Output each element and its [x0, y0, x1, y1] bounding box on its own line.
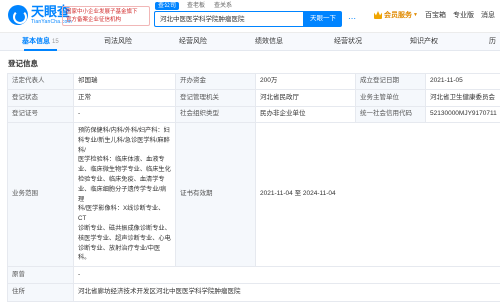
- scope-line: 诊断专业、磁共振成像诊断专业、: [78, 224, 171, 234]
- scope-line: 核医学专业、超声诊断专业、心电: [78, 234, 171, 244]
- search-tab-boss[interactable]: 查老板: [186, 2, 206, 10]
- tab-label: 司法风险: [104, 38, 132, 45]
- tab-performance[interactable]: 绩效信息: [255, 33, 283, 51]
- search-type-tabs: 查公司 查老板 查关系: [155, 2, 233, 10]
- scope-line: 业、临床微生物学专业、临床生化: [78, 165, 171, 175]
- tab-label: 绩效信息: [255, 38, 283, 45]
- tab-basic-info[interactable]: 基本信息15: [22, 33, 59, 51]
- status-label: 登记状态: [8, 90, 74, 107]
- tab-label: 经营风险: [179, 38, 207, 45]
- address-label: 住所: [8, 284, 74, 302]
- section-title: 登记信息: [8, 58, 38, 69]
- status-value: 正常: [74, 90, 176, 107]
- org-type-label: 社会组织类型: [176, 107, 256, 123]
- est-date-label: 成立登记日期: [356, 74, 426, 90]
- credit-code-label: 统一社会信用代码: [356, 107, 426, 123]
- table-row: 登记证号 - 社会组织类型 民办非企业单位 统一社会信用代码 52130000M…: [8, 107, 500, 123]
- nav-link-messages[interactable]: 消息: [481, 10, 495, 20]
- tab-business-status[interactable]: 经营状况: [334, 33, 362, 51]
- vip-label: 会员服务: [384, 10, 412, 20]
- tab-history[interactable]: 历: [489, 33, 496, 51]
- tab-label: 知识产权: [410, 38, 438, 45]
- scope-line: 检验专业、临床免疫、血清学专: [78, 175, 171, 185]
- top-bar: 天眼查 TianYanCha.com 国家中小企业发展子基金旗下 官方备案企业征…: [0, 0, 500, 33]
- supervisor-label: 业务主管单位: [356, 90, 426, 107]
- detail-tabs: 基本信息15 司法风险 经营风险 绩效信息 经营状况 知识产权 历: [0, 33, 500, 51]
- validity-label: 证书有效期: [176, 123, 256, 267]
- vip-menu[interactable]: 会员服务 ▼: [374, 10, 418, 20]
- tab-ip[interactable]: 知识产权: [410, 33, 438, 51]
- org-type-value: 民办非企业单位: [256, 107, 356, 123]
- capital-label: 开办资金: [176, 74, 256, 90]
- gov-badge: 国家中小企业发展子基金旗下 官方备案企业征信机构: [62, 6, 150, 26]
- more-icon[interactable]: ⋯: [346, 11, 358, 27]
- scope-line: 科/医学影像科：X线诊断专业、CT: [78, 204, 171, 224]
- authority-value: 河北省民政厅: [256, 90, 356, 107]
- scope-value: 预防保健科/内科/外科/妇产科：妇 科专业/新生儿科/急诊医学科/麻醉科/ 医学…: [74, 123, 176, 267]
- gov-badge-line2: 官方备案企业征信机构: [66, 16, 146, 24]
- table-row: 法定代表人 祁国瑞 开办资金 200万 成立登记日期 2021-11-05: [8, 74, 500, 90]
- nav-link-pro[interactable]: 专业版: [453, 10, 474, 20]
- search-tab-relation[interactable]: 查关系: [213, 2, 233, 10]
- table-row: 原曾 -: [8, 267, 500, 284]
- tab-label: 经营状况: [334, 38, 362, 45]
- former-name-label: 原曾: [8, 267, 74, 284]
- capital-value: 200万: [256, 74, 356, 90]
- cert-label: 登记证号: [8, 107, 74, 123]
- supervisor-value: 河北省卫生健康委员会: [426, 90, 500, 107]
- credit-code-value[interactable]: 52130000MJY9170711: [426, 107, 500, 123]
- tab-operation-risk[interactable]: 经营风险: [179, 33, 207, 51]
- tab-label: 历: [489, 38, 496, 45]
- search-tab-company[interactable]: 查公司: [155, 2, 179, 10]
- scope-line: 诊断专业、放射治疗专业/中医科。: [78, 244, 171, 264]
- legal-rep-value[interactable]: 祁国瑞: [74, 74, 176, 90]
- est-date-value: 2021-11-05: [426, 74, 500, 90]
- scope-line: 科专业/新生儿科/急诊医学科/麻醉科/: [78, 136, 171, 156]
- tab-count: 15: [52, 39, 59, 45]
- authority-label: 登记管理机关: [176, 90, 256, 107]
- crown-icon: [374, 11, 382, 19]
- scope-line: 预防保健科/内科/外科/妇产科：妇: [78, 126, 171, 136]
- scope-text: 预防保健科/内科/外科/妇产科：妇 科专业/新生儿科/急诊医学科/麻醉科/ 医学…: [78, 126, 171, 263]
- scope-label: 业务范围: [8, 123, 74, 267]
- tianyancha-logo-icon: [8, 5, 28, 25]
- table-row: 登记状态 正常 登记管理机关 河北省民政厅 业务主管单位 河北省卫生健康委员会: [8, 90, 500, 107]
- gov-badge-line1: 国家中小企业发展子基金旗下: [66, 8, 146, 16]
- search-button[interactable]: 天眼一下: [304, 11, 342, 27]
- tab-label: 基本信息: [22, 38, 50, 45]
- validity-value: 2021-11-04 至 2024-11-04: [256, 123, 500, 267]
- search-input[interactable]: 河北中医医学科学院肿瘤医院: [154, 11, 304, 27]
- former-name-value: -: [74, 267, 500, 284]
- cert-value: -: [74, 107, 176, 123]
- table-row: 业务范围 预防保健科/内科/外科/妇产科：妇 科专业/新生儿科/急诊医学科/麻醉…: [8, 123, 500, 267]
- tab-judicial-risk[interactable]: 司法风险: [104, 33, 132, 51]
- chevron-down-icon: ▼: [413, 12, 418, 18]
- table-row: 住所 河北省廊坊经济技术开发区河北中医医学科学院肿瘤医院: [8, 284, 500, 302]
- address-value: 河北省廊坊经济技术开发区河北中医医学科学院肿瘤医院: [74, 284, 500, 302]
- legal-rep-label: 法定代表人: [8, 74, 74, 90]
- scope-line: 医学检验科：临床体液、血液专: [78, 155, 171, 165]
- nav-link-toolbox[interactable]: 百宝箱: [425, 10, 446, 20]
- scope-line: 业、临床细胞分子遗传学专业/病理: [78, 185, 171, 205]
- nav-right: 会员服务 ▼ 百宝箱 专业版 消息: [374, 10, 495, 20]
